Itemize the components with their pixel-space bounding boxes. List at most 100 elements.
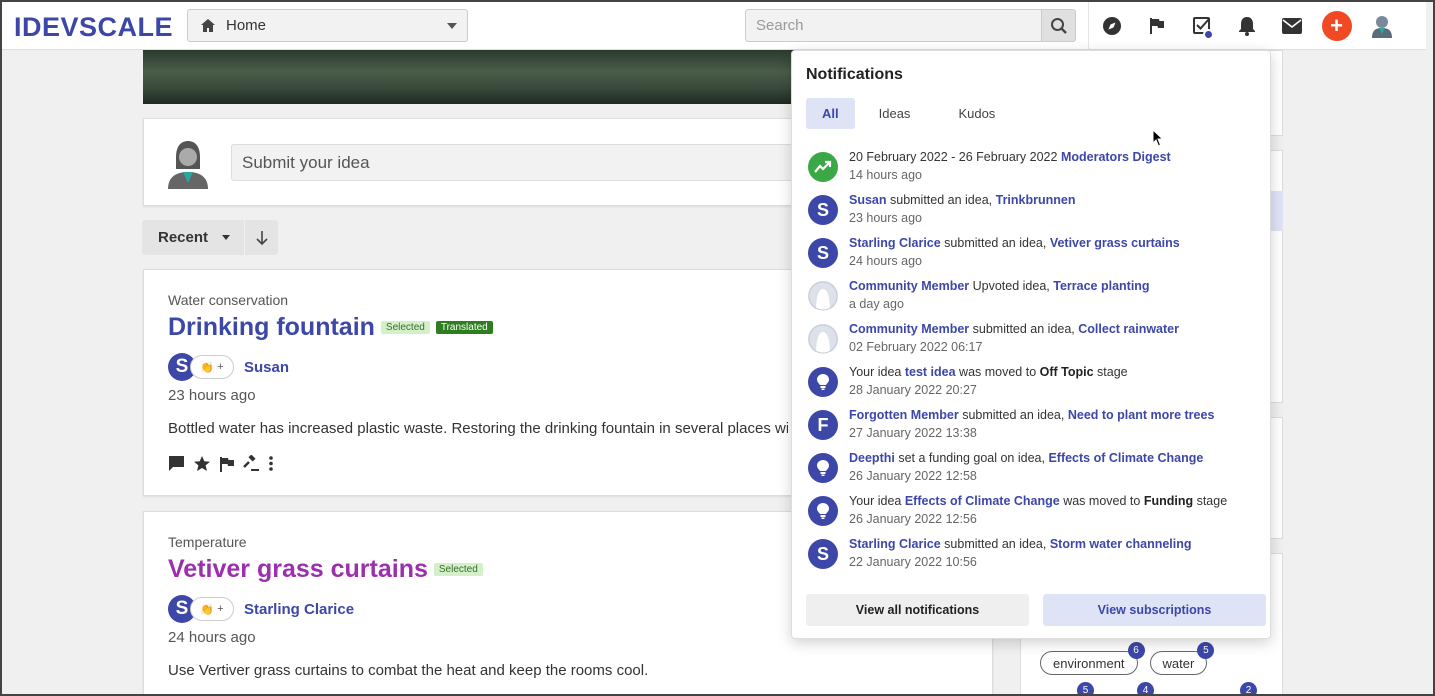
home-icon [201, 19, 215, 32]
tasks-indicator [1203, 29, 1214, 40]
idea-category[interactable]: Water conservation [168, 292, 288, 308]
idea-category[interactable]: Temperature [168, 534, 247, 550]
notification-link[interactable]: Collect rainwater [1078, 322, 1179, 336]
notification-item[interactable]: S Starling Clarice submitted an idea, Vet… [808, 235, 1258, 278]
notification-stage: Funding [1143, 494, 1194, 508]
notifications-panel: Notifications All Ideas Kudos 20 Februar… [791, 50, 1271, 639]
add-button[interactable]: + [1314, 2, 1359, 50]
notification-icon [808, 496, 838, 526]
notification-link[interactable]: Trinkbrunnen [996, 193, 1076, 207]
notification-text: 20 February 2022 - 26 February 2022 Mode… [849, 149, 1258, 166]
notification-item[interactable]: S Susan submitted an idea, Trinkbrunnen 23… [808, 192, 1258, 235]
tag-cloud: environment 6 water 5 [1040, 642, 1215, 675]
lightbulb-icon [817, 503, 829, 519]
star-icon[interactable] [193, 455, 211, 472]
profile-button[interactable] [1359, 2, 1404, 50]
author-row: S 👏 + Starling Clarice [168, 595, 354, 623]
mail-icon [1281, 18, 1302, 34]
flag-button[interactable] [1134, 2, 1179, 50]
notification-link[interactable]: Deepthi [849, 451, 895, 465]
notification-time: 26 January 2022 12:58 [849, 469, 977, 483]
notification-link[interactable]: Community Member [849, 322, 969, 336]
tag-item[interactable]: environment 6 [1040, 642, 1145, 675]
notification-text-part: submitted an idea, [969, 322, 1079, 336]
notification-text-part: stage [1193, 494, 1228, 508]
notification-time: 23 hours ago [849, 211, 922, 225]
gavel-icon[interactable] [243, 455, 260, 472]
tab-ideas[interactable]: Ideas [855, 98, 935, 129]
nav-select[interactable]: Home [187, 9, 468, 42]
kudos-button[interactable]: 👏 + [190, 597, 234, 621]
notification-text: Community Member Upvoted idea, Terrace p… [849, 278, 1258, 295]
explore-button[interactable] [1089, 2, 1134, 50]
notification-link[interactable]: Susan [849, 193, 887, 207]
flag-icon[interactable] [219, 456, 235, 472]
notification-text-part: was moved to [1059, 494, 1144, 508]
author-name[interactable]: Susan [244, 359, 289, 376]
sidebar-item-selected[interactable] [1271, 191, 1283, 231]
comment-icon[interactable] [168, 455, 185, 472]
notification-item[interactable]: Community Member Upvoted idea, Terrace p… [808, 278, 1258, 321]
notification-link[interactable]: Storm water channeling [1050, 537, 1192, 551]
notification-item[interactable]: Community Member submitted an idea, Coll… [808, 321, 1258, 364]
notification-stage: Off Topic [1039, 365, 1094, 379]
search-input[interactable] [745, 9, 1041, 42]
search-box [745, 9, 1076, 42]
view-subscriptions-button[interactable]: View subscriptions [1043, 594, 1266, 626]
person-icon [808, 281, 838, 311]
tasks-button[interactable] [1179, 2, 1224, 50]
notification-link[interactable]: Terrace planting [1053, 279, 1149, 293]
lightbulb-icon [817, 374, 829, 390]
notification-link[interactable]: Starling Clarice [849, 537, 941, 551]
notifications-list: 20 February 2022 - 26 February 2022 Mode… [808, 149, 1258, 579]
tag-item[interactable]: water 5 [1149, 642, 1215, 675]
notification-item[interactable]: Deepthi set a funding goal on idea, Effe… [808, 450, 1258, 493]
tab-kudos[interactable]: Kudos [934, 98, 1019, 129]
idea-title-link[interactable]: Vetiver grass curtains [168, 555, 428, 584]
sort-dropdown[interactable]: Recent [142, 220, 244, 255]
logo[interactable]: IDEVSCALE [14, 12, 173, 43]
tag-count: 2 [1240, 682, 1257, 696]
view-all-notifications-button[interactable]: View all notifications [806, 594, 1029, 626]
notification-icon [808, 324, 838, 354]
notification-item[interactable]: S Starling Clarice submitted an idea, Sto… [808, 536, 1258, 579]
notification-item[interactable]: 20 February 2022 - 26 February 2022 Mode… [808, 149, 1258, 192]
messages-button[interactable] [1269, 2, 1314, 50]
notification-time: 26 January 2022 12:56 [849, 512, 977, 526]
notification-icon: S [808, 539, 838, 569]
idea-actions [168, 455, 274, 472]
notification-text-part: Your idea [849, 365, 905, 379]
notification-item[interactable]: Your idea test idea was moved to Off Top… [808, 364, 1258, 407]
mouse-cursor-icon [1152, 129, 1164, 147]
kudos-button[interactable]: 👏 + [190, 355, 234, 379]
notification-text-part: was moved to [955, 365, 1040, 379]
search-button[interactable] [1041, 9, 1076, 42]
notification-link[interactable]: Need to plant more trees [1068, 408, 1215, 422]
tag-label: water [1162, 655, 1195, 671]
notifications-button[interactable] [1224, 2, 1269, 50]
tab-all[interactable]: All [806, 98, 855, 129]
notification-link[interactable]: Effects of Climate Change [1048, 451, 1203, 465]
idea-title: Drinking fountain Selected Translated [168, 313, 493, 342]
notification-time: 02 February 2022 06:17 [849, 340, 983, 354]
search-icon [1050, 17, 1067, 34]
notification-link[interactable]: Starling Clarice [849, 236, 941, 250]
idea-time: 24 hours ago [168, 629, 256, 646]
notification-link[interactable]: Vetiver grass curtains [1050, 236, 1180, 250]
author-name[interactable]: Starling Clarice [244, 601, 354, 618]
notification-time: 24 hours ago [849, 254, 922, 268]
notification-item[interactable]: Your idea Effects of Climate Change was … [808, 493, 1258, 536]
notification-link[interactable]: Effects of Climate Change [905, 494, 1060, 508]
notification-time: 28 January 2022 20:27 [849, 383, 977, 397]
notification-link[interactable]: Community Member [849, 279, 969, 293]
more-vertical-icon[interactable] [268, 455, 274, 472]
idea-title-link[interactable]: Drinking fountain [168, 313, 375, 342]
notifications-title: Notifications [806, 66, 903, 83]
sort-direction-button[interactable] [245, 220, 278, 255]
arrow-down-icon [255, 230, 268, 245]
notification-text-part: submitted an idea, [940, 236, 1050, 250]
notification-link[interactable]: Moderators Digest [1061, 150, 1171, 164]
notification-link[interactable]: test idea [905, 365, 956, 379]
notification-item[interactable]: F Forgotten Member submitted an idea, Nee… [808, 407, 1258, 450]
notification-link[interactable]: Forgotten Member [849, 408, 959, 422]
